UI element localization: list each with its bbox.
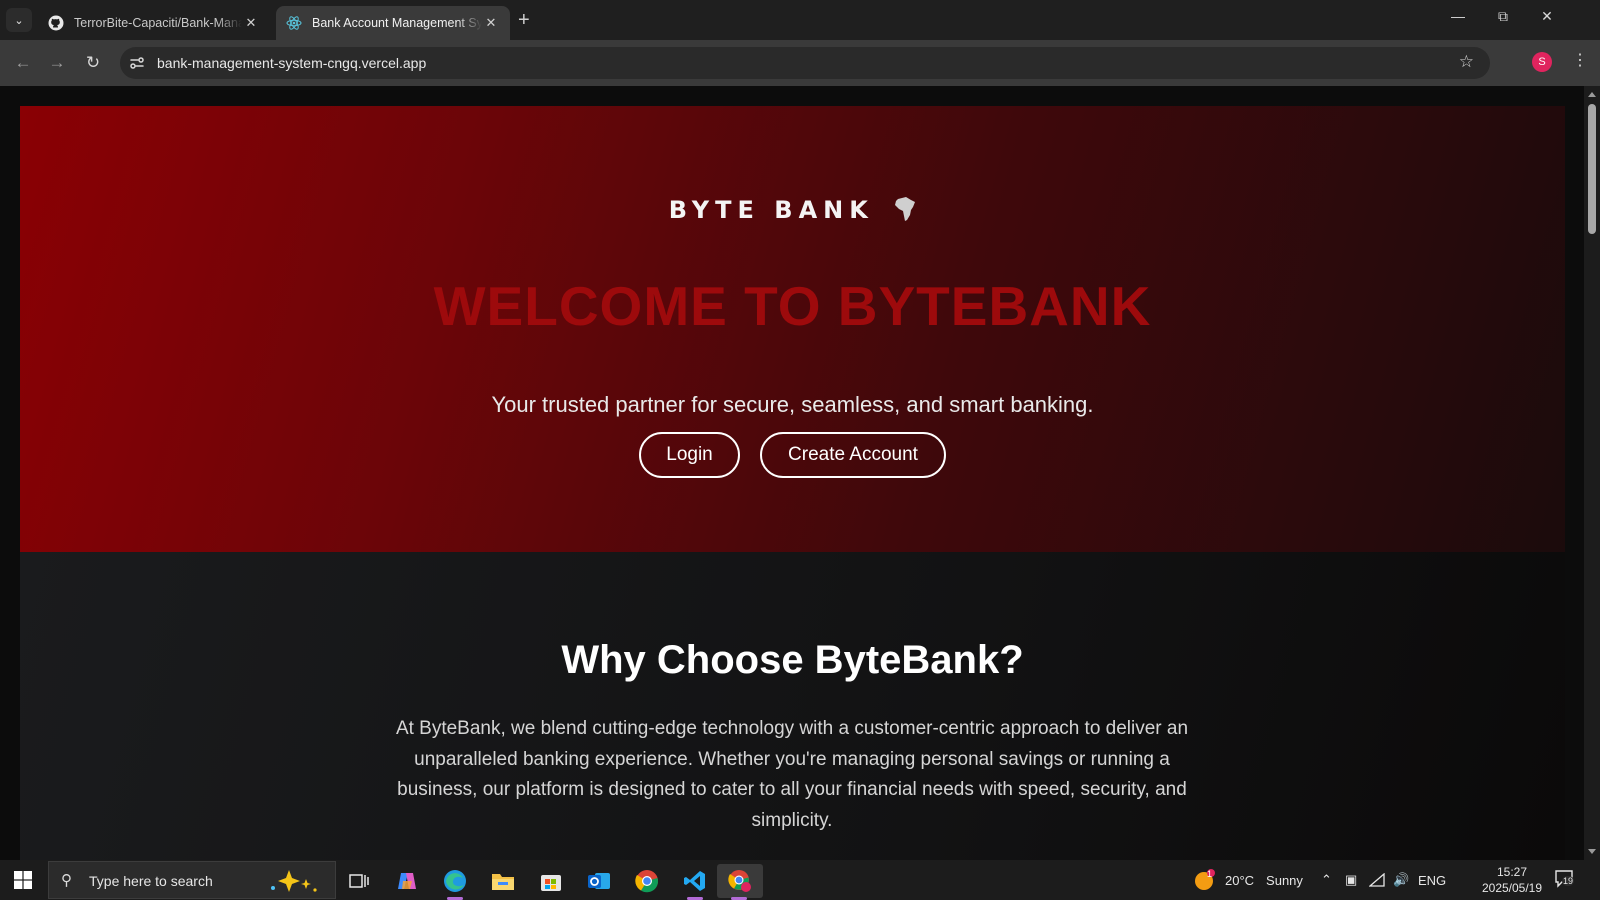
search-placeholder: Type here to search — [89, 873, 213, 889]
notification-count: 19 — [1562, 876, 1575, 886]
windows-start-icon[interactable] — [14, 871, 32, 889]
bookmark-star-icon[interactable]: ☆ — [1459, 52, 1474, 72]
file-explorer-icon[interactable] — [481, 864, 525, 898]
chrome-profile-icon[interactable] — [717, 864, 763, 900]
show-hidden-icons-icon[interactable]: ⌃ — [1321, 860, 1332, 900]
bytebank-logo: BYTE BANK — [20, 196, 1565, 224]
close-icon[interactable]: ✕ — [242, 15, 260, 31]
logo-text: BYTE BANK — [668, 196, 874, 224]
chevron-down-icon: ⌄ — [14, 14, 24, 27]
search-icon: ⚲ — [61, 872, 72, 889]
scroll-thumb[interactable] — [1588, 104, 1596, 234]
github-icon — [48, 15, 64, 31]
tab-search-button[interactable]: ⌄ — [6, 8, 32, 32]
weather-badge: 1 — [1207, 869, 1213, 879]
hero-tagline: Your trusted partner for secure, seamles… — [491, 392, 1094, 417]
notification-center-icon[interactable]: 19 — [1555, 870, 1575, 888]
scroll-up-icon[interactable] — [1588, 92, 1596, 97]
forward-arrow-icon[interactable]: → — [46, 52, 68, 74]
network-icon[interactable] — [1369, 860, 1385, 900]
window-close-icon[interactable]: ✕ — [1532, 8, 1562, 25]
tab-github-repo[interactable]: TerrorBite-Capaciti/Bank-Management-Syst… — [38, 6, 270, 40]
create-account-button[interactable]: Create Account — [760, 432, 946, 478]
new-tab-icon[interactable]: + — [518, 8, 530, 32]
tab-title: TerrorBite-Capaciti/Bank-Management-Syst… — [74, 16, 242, 30]
microsoft-store-icon[interactable] — [529, 864, 573, 898]
clock-date: 2025/05/19 — [1481, 881, 1543, 895]
tab-title: Bank Account Management System — [312, 16, 482, 30]
africa-map-icon — [895, 197, 916, 221]
weather-temp: 20°C — [1225, 872, 1255, 888]
outlook-icon[interactable] — [577, 864, 621, 898]
site-settings-icon — [130, 57, 144, 69]
clock-time: 15:27 — [1496, 865, 1528, 879]
url-text: bank-management-system-cngq.vercel.app — [157, 55, 427, 71]
browser-toolbar: ← → ↻ bank-management-system-cngq.vercel… — [0, 40, 1600, 86]
react-icon — [286, 16, 302, 30]
copilot-app-icon[interactable] — [385, 864, 429, 898]
weather-widget[interactable]: 1 20°C Sunny — [1193, 860, 1303, 900]
windows-taskbar: ⚲ Type here to search 1 20°C Sunny ⌃ ▣ 🔊… — [0, 860, 1600, 900]
tab-bytebank[interactable]: Bank Account Management System ✕ — [276, 6, 510, 40]
close-icon[interactable]: ✕ — [482, 15, 500, 31]
back-arrow-icon[interactable]: ← — [12, 52, 34, 74]
address-bar[interactable]: bank-management-system-cngq.vercel.app ☆ — [120, 47, 1490, 79]
hero-section: BYTE BANK WELCOME TO BYTEBANK Your trust… — [20, 106, 1565, 552]
volume-icon[interactable]: 🔊 — [1393, 860, 1409, 900]
reload-icon[interactable]: ↻ — [82, 52, 104, 74]
weather-condition: Sunny — [1266, 872, 1303, 888]
taskbar-search-box[interactable]: ⚲ Type here to search — [48, 861, 336, 899]
why-heading: Why Choose ByteBank? — [561, 638, 1024, 682]
minimize-icon[interactable]: — — [1443, 8, 1473, 24]
sun-icon — [1195, 869, 1215, 890]
system-clock[interactable]: 15:27 2025/05/19 — [1474, 864, 1550, 896]
chrome-icon[interactable] — [625, 864, 669, 898]
meet-now-icon[interactable]: ▣ — [1345, 860, 1357, 900]
page-scrollbar[interactable] — [1584, 86, 1600, 860]
hero-heading: WELCOME TO BYTEBANK — [433, 275, 1152, 337]
scroll-down-icon[interactable] — [1588, 849, 1596, 854]
restore-icon[interactable]: ⧉ — [1488, 8, 1518, 25]
why-description: At ByteBank, we blend cutting-edge techn… — [395, 718, 1189, 831]
more-menu-icon[interactable]: ⋮ — [1572, 50, 1588, 70]
page-viewport: BYTE BANK WELCOME TO BYTEBANK Your trust… — [0, 86, 1584, 860]
login-button[interactable]: Login — [639, 432, 740, 478]
edge-browser-icon[interactable] — [433, 864, 477, 900]
vscode-icon[interactable] — [673, 864, 717, 900]
profile-avatar[interactable]: S — [1532, 52, 1552, 72]
browser-tab-bar: ⌄ TerrorBite-Capaciti/Bank-Management-Sy… — [0, 0, 1600, 40]
language-indicator[interactable]: ENG — [1418, 860, 1446, 900]
why-choose-section: Why Choose ByteBank? At ByteBank, we ble… — [20, 552, 1565, 860]
task-view-icon[interactable] — [337, 864, 381, 898]
copilot-sparkle-icon — [271, 870, 317, 892]
